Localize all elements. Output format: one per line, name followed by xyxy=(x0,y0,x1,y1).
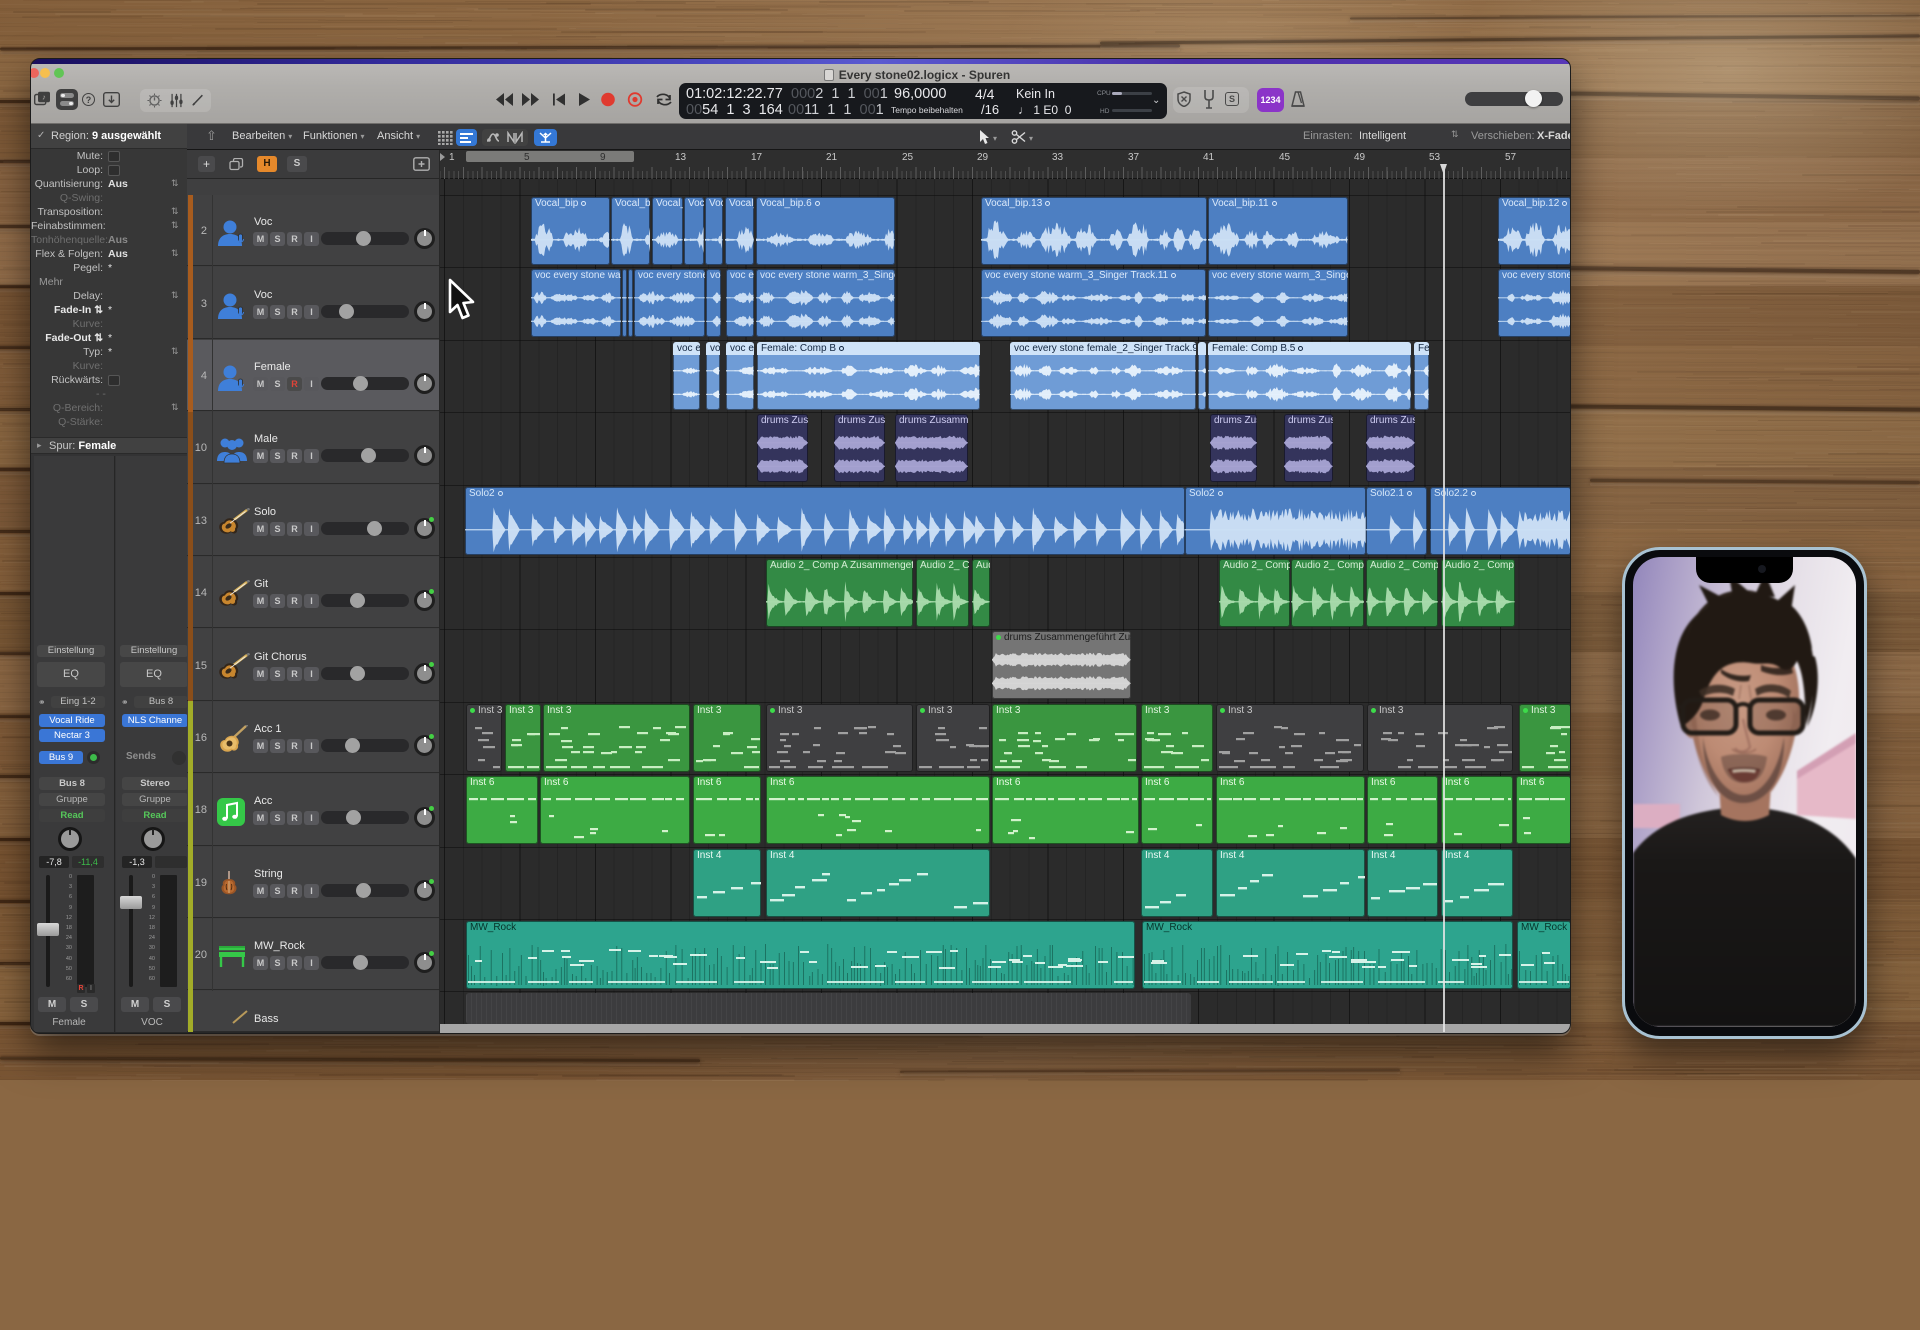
svg-text:♪: ♪ xyxy=(42,93,46,102)
